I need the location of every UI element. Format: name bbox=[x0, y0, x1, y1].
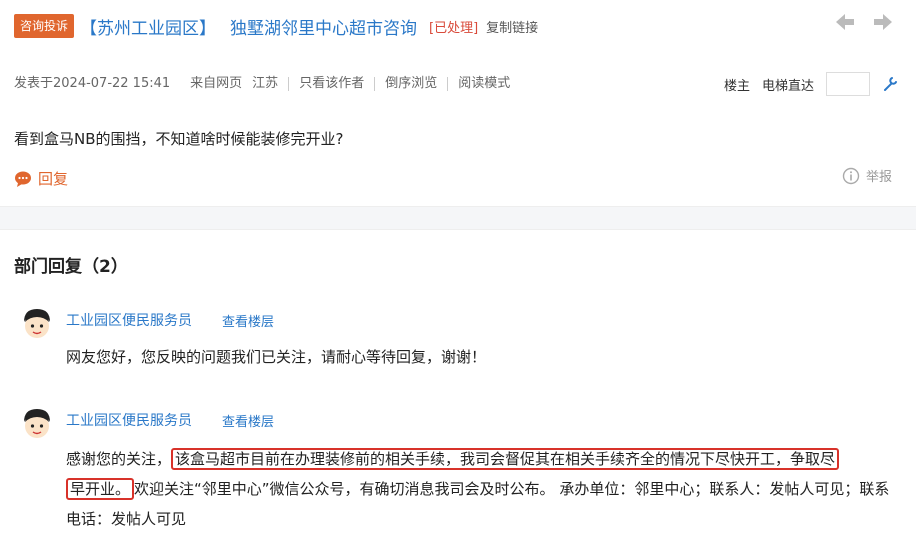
view-floor-link[interactable]: 查看楼层 bbox=[222, 311, 274, 330]
view-floor-link[interactable]: 查看楼层 bbox=[222, 411, 274, 430]
reply-author[interactable]: 工业园区便民服务员 bbox=[66, 310, 192, 330]
reply-author[interactable]: 工业园区便民服务员 bbox=[66, 410, 192, 430]
owner-label: 楼主 bbox=[723, 78, 750, 94]
section-divider bbox=[0, 206, 916, 230]
region-label[interactable]: 【苏州工业园区】 bbox=[80, 14, 216, 39]
post-time: 发表于2024-07-22 15:41 bbox=[14, 76, 171, 91]
floor-jump-input[interactable] bbox=[826, 72, 870, 96]
highlighted-text: 早开业。 bbox=[66, 478, 135, 500]
report-label: 举报 bbox=[865, 170, 892, 185]
reply-item: 工业园区便民服务员 查看楼层 感谢您的关注， 该盒马超市目前在办理装修前的相关手续… bbox=[14, 406, 892, 546]
post-source: 来自网页 bbox=[190, 76, 243, 91]
floor-tools: 楼主 电梯直达 bbox=[724, 72, 898, 96]
copy-link-button[interactable]: 复制链接 bbox=[486, 17, 538, 36]
arrow-right-icon[interactable] bbox=[872, 12, 894, 32]
thread-nav bbox=[834, 12, 894, 32]
post-title-bar: 咨询投诉 【苏州工业园区】 独墅湖邻里中心超市咨询 [已处理] 复制链接 bbox=[14, 12, 538, 40]
reply-content: 网友您好，您反映的问题我们已关注，请耐心等待回复，谢谢！ bbox=[66, 348, 487, 366]
arrow-left-icon[interactable] bbox=[834, 12, 856, 32]
department-replies-title: 部门回复（2） bbox=[14, 257, 128, 277]
reply-content: 感谢您的关注， 该盒马超市目前在办理装修前的相关手续，我司会督促其在相关手续齐全的… bbox=[66, 444, 890, 534]
post-content: 看到盒马NB的围挡，不知道啥时候能装修完开业? bbox=[14, 130, 344, 148]
reply-text-intro: 感谢您的关注， bbox=[66, 450, 172, 468]
report-button[interactable]: 举报 bbox=[842, 166, 892, 185]
post-location: 江苏 bbox=[252, 76, 279, 91]
post-meta-bar: 发表于2024-07-22 15:41 来自网页 江苏 只看该作者 倒序浏览 阅… bbox=[14, 72, 898, 96]
reply-label: 回复 bbox=[38, 170, 69, 188]
avatar bbox=[24, 309, 50, 338]
reply-item: 工业园区便民服务员 查看楼层 网友您好，您反映的问题我们已关注，请耐心等待回复，… bbox=[14, 306, 892, 376]
elevator-label: 电梯直达 bbox=[761, 78, 814, 94]
category-badge[interactable]: 咨询投诉 bbox=[14, 14, 75, 38]
read-mode-link[interactable]: 阅读模式 bbox=[447, 77, 520, 91]
wrench-icon[interactable] bbox=[882, 76, 898, 92]
reply-header: 工业园区便民服务员 查看楼层 bbox=[66, 410, 274, 430]
reply-button[interactable]: 回复 bbox=[14, 168, 68, 189]
avatar bbox=[24, 409, 50, 438]
info-icon bbox=[842, 167, 860, 184]
only-author-link[interactable]: 只看该作者 bbox=[288, 77, 374, 91]
reply-header: 工业园区便民服务员 查看楼层 bbox=[66, 310, 274, 330]
status-badge: [已处理] bbox=[429, 20, 479, 36]
reply-text-rest: 欢迎关注“邻里中心”微信公众号，有确切消息我司会及时公布。 承办单位：邻里中心；… bbox=[66, 480, 890, 528]
highlighted-text: 该盒马超市目前在办理装修前的相关手续，我司会督促其在相关手续齐全的情况下尽快开工… bbox=[171, 448, 840, 470]
speech-bubble-icon bbox=[15, 171, 31, 187]
page-title: 独墅湖邻里中心超市咨询 bbox=[230, 18, 418, 39]
reverse-order-link[interactable]: 倒序浏览 bbox=[374, 77, 447, 91]
